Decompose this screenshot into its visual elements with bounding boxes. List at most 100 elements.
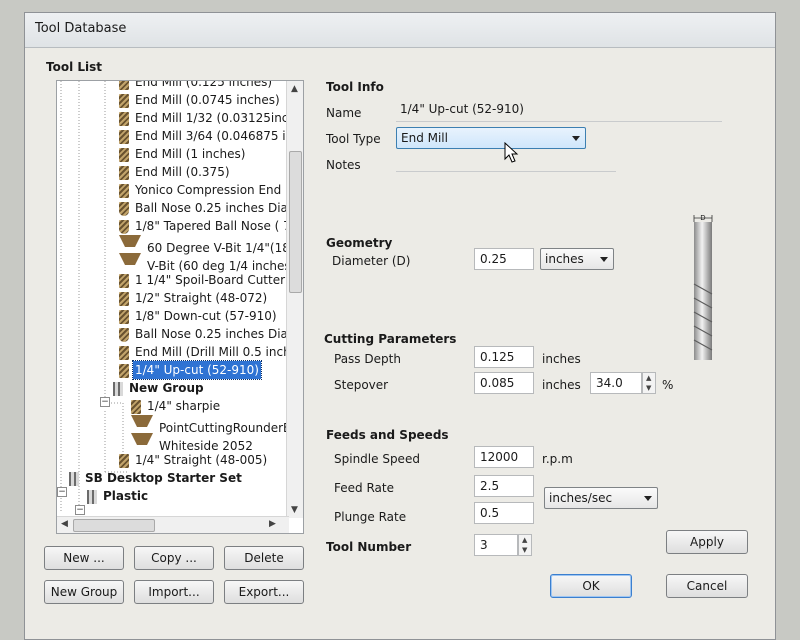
collapse-new-group-icon[interactable]: − bbox=[100, 397, 110, 407]
stepover-input[interactable]: 0.085 bbox=[474, 372, 534, 394]
tree-item-label: End Mill (0.125 inches) bbox=[135, 80, 273, 89]
scroll-right-icon[interactable]: ▶ bbox=[269, 519, 276, 529]
group-icon bbox=[113, 381, 123, 396]
end-mill-icon bbox=[119, 147, 129, 162]
tool-number-spinner[interactable]: ▲ ▼ bbox=[518, 534, 532, 556]
vertical-scroll-thumb[interactable] bbox=[289, 151, 302, 293]
tree-tool-item[interactable]: 1/2" Straight (48-072) bbox=[119, 289, 269, 307]
tree-tool-item[interactable]: End Mill (Drill Mill 0.5 inches bbox=[119, 343, 303, 361]
spindle-speed-unit: r.p.m bbox=[542, 452, 573, 466]
copy-tool-button[interactable]: Copy ... bbox=[134, 546, 214, 570]
scroll-left-icon[interactable]: ◀ bbox=[61, 519, 68, 529]
tree-tool-item[interactable]: Whiteside 2052 bbox=[131, 433, 255, 453]
export-button[interactable]: Export... bbox=[224, 580, 304, 604]
notes-input[interactable] bbox=[396, 150, 616, 172]
tree-item-label: End Mill (0.375) bbox=[135, 165, 230, 179]
tree-tool-item[interactable]: Yonico Compression End Mi bbox=[119, 181, 301, 199]
tree-tool-item[interactable]: End Mill (0.0745 inches) bbox=[119, 91, 282, 109]
tool-number-input[interactable]: 3 bbox=[474, 534, 518, 556]
name-label: Name bbox=[326, 106, 362, 120]
stepover-percent-spinner[interactable]: ▲ ▼ bbox=[642, 372, 656, 394]
tree-tool-item[interactable]: Ball Nose 0.25 inches Dia bbox=[119, 199, 290, 217]
tree-tool-item[interactable]: Ball Nose 0.25 inches Dia bbox=[119, 325, 290, 343]
spin-up-icon[interactable]: ▲ bbox=[646, 374, 651, 382]
feeds-speeds-title: Feeds and Speeds bbox=[326, 428, 449, 442]
plunge-rate-input[interactable]: 0.5 bbox=[474, 502, 534, 524]
scroll-down-icon[interactable]: ▼ bbox=[291, 505, 298, 515]
import-button[interactable]: Import... bbox=[134, 580, 214, 604]
collapse-root-group-icon[interactable]: − bbox=[57, 487, 67, 497]
tree-item-label: 1/8" Tapered Ball Nose ( 72 bbox=[135, 219, 299, 233]
end-mill-icon bbox=[119, 345, 129, 360]
new-group-button[interactable]: New Group bbox=[44, 580, 124, 604]
title-bar[interactable]: Tool Database bbox=[25, 13, 775, 48]
spindle-speed-input[interactable]: 12000 bbox=[474, 446, 534, 468]
tree-item-label: 1/8" Down-cut (57-910) bbox=[135, 309, 277, 323]
tree-tool-item[interactable]: End Mill (0.375) bbox=[119, 163, 232, 181]
diameter-unit-select[interactable]: inches bbox=[540, 248, 614, 270]
group-icon bbox=[69, 471, 79, 486]
end-mill-icon bbox=[119, 165, 129, 180]
tree-tool-item[interactable]: 1/4" sharpie bbox=[131, 397, 222, 415]
tree-tool-item[interactable]: 1/8" Tapered Ball Nose ( 72 bbox=[119, 217, 300, 235]
tree-item-label: End Mill 3/64 (0.046875 inc bbox=[135, 129, 300, 143]
tree-item-label: New Group bbox=[129, 381, 204, 395]
tree-tool-item[interactable]: End Mill 1/32 (0.03125inche bbox=[119, 109, 303, 127]
tree-tool-item[interactable]: V-Bit (60 deg 1/4 inches) bbox=[119, 253, 297, 273]
group-icon bbox=[87, 489, 97, 504]
end-mill-icon bbox=[119, 183, 129, 198]
stepover-percent-input[interactable]: 34.0 bbox=[590, 372, 642, 394]
tree-tool-item[interactable]: 1/4" Straight (48-005) bbox=[119, 451, 269, 469]
chevron-down-icon bbox=[572, 136, 580, 141]
tree-vertical-scrollbar[interactable]: ▲ ▼ bbox=[286, 81, 303, 518]
tool-number-label: Tool Number bbox=[326, 540, 412, 554]
rate-unit-value: inches/sec bbox=[549, 491, 613, 505]
tree-tool-item[interactable]: PointCuttingRounderBi bbox=[131, 415, 297, 435]
delete-tool-button[interactable]: Delete bbox=[224, 546, 304, 570]
tree-tool-item[interactable]: 1/4" Up-cut (52-910) bbox=[119, 360, 262, 380]
diameter-diagram-label: D bbox=[700, 214, 705, 222]
tree-item-label: Ball Nose 0.25 inches Dia bbox=[135, 327, 288, 341]
end-mill-icon bbox=[119, 129, 129, 144]
diameter-input[interactable]: 0.25 bbox=[474, 248, 534, 270]
tree-horizontal-scrollbar[interactable]: ◀ ▶ bbox=[57, 516, 289, 533]
spin-down-icon[interactable]: ▼ bbox=[522, 546, 527, 554]
pass-depth-input[interactable]: 0.125 bbox=[474, 346, 534, 368]
tool-type-value: End Mill bbox=[401, 131, 448, 145]
name-input[interactable]: 1/4" Up-cut (52-910) bbox=[396, 100, 722, 122]
feed-rate-input[interactable]: 2.5 bbox=[474, 475, 534, 497]
tool-tree[interactable]: End Mill (0.125 inches) End Mill (0.0745 … bbox=[56, 80, 304, 534]
window-title: Tool Database bbox=[35, 21, 127, 36]
spindle-speed-label: Spindle Speed bbox=[334, 452, 420, 466]
tree-item-label: 1/2" Straight (48-072) bbox=[135, 291, 268, 305]
tree-group-item[interactable]: New Group bbox=[113, 379, 206, 397]
diameter-unit-value: inches bbox=[545, 252, 584, 266]
ball-nose-icon bbox=[119, 201, 129, 216]
ok-button[interactable]: OK bbox=[550, 574, 632, 598]
apply-button[interactable]: Apply bbox=[666, 530, 748, 554]
tree-group-item[interactable]: Plastic bbox=[87, 487, 150, 505]
feed-rate-label: Feed Rate bbox=[334, 481, 394, 495]
spin-up-icon[interactable]: ▲ bbox=[522, 536, 527, 544]
spin-down-icon[interactable]: ▼ bbox=[646, 384, 651, 392]
chevron-down-icon bbox=[644, 496, 652, 501]
tree-tool-item[interactable]: End Mill (1 inches) bbox=[119, 145, 247, 163]
tree-tool-item[interactable]: End Mill 3/64 (0.046875 inc bbox=[119, 127, 302, 145]
end-mill-icon bbox=[119, 93, 129, 108]
tree-tool-item[interactable]: End Mill (0.125 inches) bbox=[119, 80, 274, 91]
rate-unit-select[interactable]: inches/sec bbox=[544, 487, 658, 509]
tool-type-label: Tool Type bbox=[326, 132, 381, 146]
tool-list-title: Tool List bbox=[46, 60, 103, 74]
new-tool-button[interactable]: New ... bbox=[44, 546, 124, 570]
pass-depth-unit: inches bbox=[542, 352, 581, 366]
scroll-up-icon[interactable]: ▲ bbox=[291, 84, 298, 94]
horizontal-scroll-thumb[interactable] bbox=[73, 519, 155, 532]
tree-tool-item[interactable]: 1/8" Down-cut (57-910) bbox=[119, 307, 279, 325]
end-mill-icon bbox=[119, 81, 129, 90]
tree-group-item[interactable]: SB Desktop Starter Set bbox=[69, 469, 244, 487]
tool-type-select[interactable]: End Mill bbox=[396, 127, 586, 149]
tree-tool-item[interactable]: 1 1/4" Spoil-Board Cutter ( bbox=[119, 271, 296, 289]
cancel-button[interactable]: Cancel bbox=[666, 574, 748, 598]
tree-tool-item[interactable]: 60 Degree V-Bit 1/4"(1847) bbox=[119, 235, 303, 255]
collapse-plastic-group-icon[interactable]: − bbox=[75, 505, 85, 515]
